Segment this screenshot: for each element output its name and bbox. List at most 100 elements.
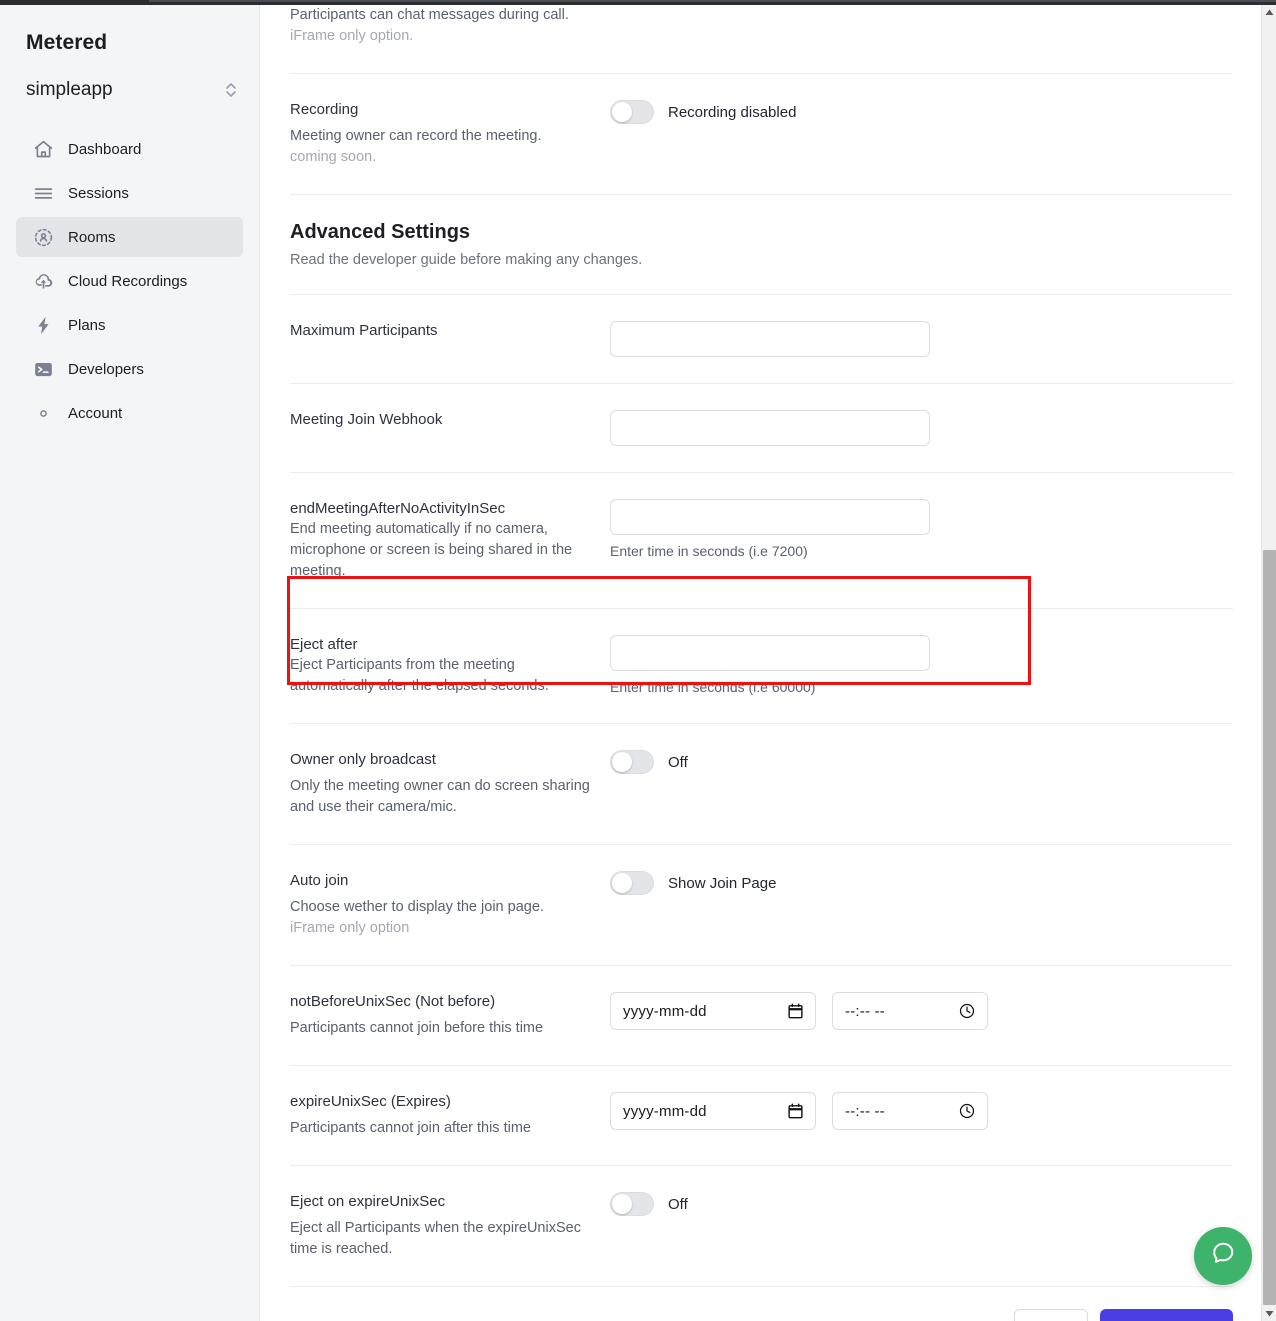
not-before-control: yyyy-mm-dd --:-- -- — [610, 992, 1233, 1030]
lightning-bolt-icon — [32, 314, 54, 336]
eject-on-expire-row: Eject on expireUnixSec Eject all Partici… — [290, 1166, 1233, 1287]
sidebar-item-account[interactable]: Account — [16, 393, 243, 433]
auto-join-label-col: Auto join Choose wether to display the j… — [290, 871, 610, 939]
toggle-knob — [612, 102, 632, 122]
not-before-row: notBeforeUnixSec (Not before) Participan… — [290, 966, 1233, 1066]
settings-form: Participants can chat messages during ca… — [261, 5, 1262, 1321]
terminal-icon — [32, 358, 54, 380]
meeting-join-webhook-label: Meeting Join Webhook — [290, 411, 443, 428]
advanced-settings-subtitle: Read the developer guide before making a… — [290, 252, 643, 268]
toggle-knob — [612, 752, 632, 772]
eject-on-expire-toggle[interactable] — [610, 1192, 654, 1216]
max-participants-input[interactable] — [610, 321, 930, 357]
scroll-down-arrow-icon[interactable] — [1262, 1306, 1276, 1321]
not-before-label: notBeforeUnixSec (Not before) — [290, 993, 496, 1010]
clock-icon[interactable] — [959, 1003, 975, 1019]
eject-on-expire-control: Off — [610, 1192, 1233, 1216]
brand-logo: Metered — [26, 31, 108, 54]
home-icon — [32, 138, 54, 160]
clock-icon[interactable] — [959, 1103, 975, 1119]
page-scrollbar[interactable] — [1261, 5, 1276, 1321]
max-participants-row: Maximum Participants — [290, 295, 1233, 384]
gear-icon — [32, 402, 54, 424]
sidebar-item-plans[interactable]: Plans — [16, 305, 243, 345]
end-meeting-desc: End meeting automatically if no camera, … — [290, 521, 573, 579]
sidebar: Metered simpleapp Dashboard Sessions Roo… — [0, 5, 260, 1321]
sidebar-item-label: Dashboard — [68, 140, 142, 158]
end-meeting-row: endMeetingAfterNoActivityInSec End meeti… — [290, 473, 1233, 609]
expires-label: expireUnixSec (Expires) — [290, 1093, 451, 1110]
expires-date-input[interactable]: yyyy-mm-dd — [610, 1092, 816, 1130]
eject-on-expire-desc: Eject all Participants when the expireUn… — [290, 1220, 581, 1257]
main-content: Participants can chat messages during ca… — [261, 5, 1262, 1321]
toggle-knob — [612, 873, 632, 893]
end-meeting-label: endMeetingAfterNoActivityInSec — [290, 500, 506, 517]
end-meeting-input[interactable] — [610, 499, 930, 535]
calendar-icon[interactable] — [788, 1003, 803, 1019]
create-room-button[interactable]: Create Room — [1099, 1309, 1233, 1321]
sidebar-item-developers[interactable]: Developers — [16, 349, 243, 389]
owner-only-broadcast-control: Off — [610, 750, 1233, 774]
sidebar-nav: Dashboard Sessions Rooms Cloud Recording… — [0, 129, 259, 433]
eject-after-desc: Eject Participants from the meeting auto… — [290, 657, 549, 694]
chat-bubble-icon — [1209, 1239, 1238, 1273]
chat-support-button[interactable] — [1194, 1227, 1252, 1285]
max-participants-label-col: Maximum Participants — [290, 321, 610, 341]
recording-label: Recording — [290, 101, 359, 118]
sidebar-item-sessions[interactable]: Sessions — [16, 173, 243, 213]
expires-time-input[interactable]: --:-- -- — [832, 1092, 988, 1130]
eject-after-input[interactable] — [610, 635, 930, 671]
owner-only-broadcast-row: Owner only broadcast Only the meeting ow… — [290, 724, 1233, 845]
calendar-icon[interactable] — [788, 1103, 803, 1119]
owner-only-broadcast-toggle[interactable] — [610, 750, 654, 774]
back-button[interactable]: Back — [1014, 1309, 1088, 1321]
sidebar-item-rooms[interactable]: Rooms — [16, 217, 243, 257]
eject-after-hint: Enter time in seconds (i.e 60000) — [610, 679, 816, 695]
end-meeting-label-col: endMeetingAfterNoActivityInSec End meeti… — [290, 499, 610, 582]
expires-time-placeholder: --:-- -- — [845, 1102, 885, 1120]
sidebar-item-label: Account — [68, 404, 123, 422]
recording-note: coming soon. — [290, 149, 377, 165]
sidebar-item-label: Cloud Recordings — [68, 272, 188, 290]
eject-after-label-col: Eject after Eject Participants from the … — [290, 635, 610, 697]
browser-top-strip-lighter — [149, 0, 1276, 2]
end-meeting-control: Enter time in seconds (i.e 7200) — [610, 499, 1233, 559]
expires-row: expireUnixSec (Expires) Participants can… — [290, 1066, 1233, 1166]
auto-join-toggle[interactable] — [610, 871, 654, 895]
not-before-time-placeholder: --:-- -- — [845, 1002, 885, 1020]
recording-control: Recording disabled — [610, 100, 1233, 124]
cloud-upload-icon — [32, 270, 54, 292]
end-meeting-hint: Enter time in seconds (i.e 7200) — [610, 543, 808, 559]
not-before-time-input[interactable]: --:-- -- — [832, 992, 988, 1030]
auto-join-toggle-label: Show Join Page — [668, 874, 777, 892]
expires-desc: Participants cannot join after this time — [290, 1120, 531, 1136]
toggle-knob — [612, 1194, 632, 1214]
eject-after-row: Eject after Eject Participants from the … — [290, 609, 1233, 724]
rooms-icon — [32, 226, 54, 248]
not-before-desc: Participants cannot join before this tim… — [290, 1020, 544, 1036]
app-switcher[interactable]: simpleapp — [26, 79, 237, 101]
auto-join-control: Show Join Page — [610, 871, 1233, 895]
scrollbar-thumb[interactable] — [1263, 550, 1276, 1305]
recording-toggle[interactable] — [610, 100, 654, 124]
expires-date-placeholder: yyyy-mm-dd — [623, 1102, 707, 1120]
auto-join-desc: Choose wether to display the join page. — [290, 899, 544, 915]
form-footer: Back Create Room — [290, 1287, 1233, 1321]
eject-on-expire-label-col: Eject on expireUnixSec Eject all Partici… — [290, 1192, 610, 1260]
eject-on-expire-toggle-label: Off — [668, 1195, 688, 1213]
recording-toggle-label: Recording disabled — [668, 103, 797, 121]
meeting-join-webhook-row: Meeting Join Webhook — [290, 384, 1233, 473]
recording-desc: Meeting owner can record the meeting. — [290, 128, 542, 144]
not-before-label-col: notBeforeUnixSec (Not before) Participan… — [290, 992, 610, 1039]
owner-only-broadcast-desc: Only the meeting owner can do screen sha… — [290, 778, 590, 815]
sidebar-item-label: Developers — [68, 360, 144, 378]
expires-label-col: expireUnixSec (Expires) Participants can… — [290, 1092, 610, 1139]
scroll-up-arrow-icon[interactable] — [1262, 5, 1276, 20]
not-before-date-input[interactable]: yyyy-mm-dd — [610, 992, 816, 1030]
sidebar-item-dashboard[interactable]: Dashboard — [16, 129, 243, 169]
not-before-date-placeholder: yyyy-mm-dd — [623, 1002, 707, 1020]
sidebar-item-cloud-recordings[interactable]: Cloud Recordings — [16, 261, 243, 301]
owner-only-broadcast-toggle-label: Off — [668, 753, 688, 771]
chat-setting-note: iFrame only option. — [290, 28, 414, 44]
meeting-join-webhook-input[interactable] — [610, 410, 930, 446]
